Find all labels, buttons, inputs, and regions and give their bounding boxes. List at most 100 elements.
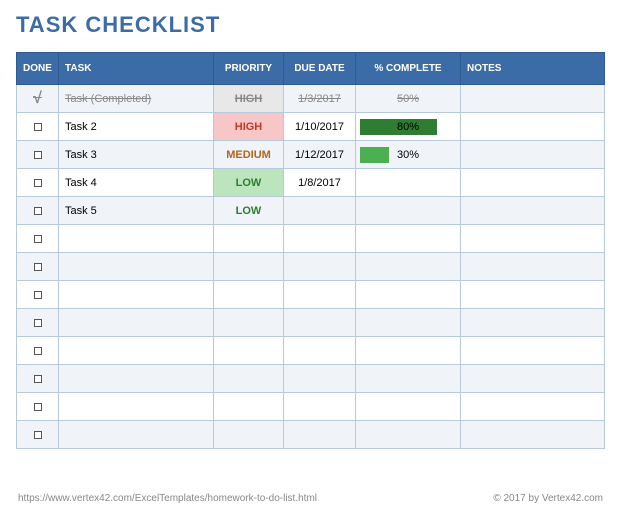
notes-cell[interactable]	[461, 85, 605, 113]
notes-cell[interactable]	[461, 113, 605, 141]
priority-cell[interactable]	[214, 337, 284, 365]
table-row: √Task (Completed)HIGH1/3/201750%	[17, 85, 605, 113]
done-cell[interactable]: √	[17, 85, 59, 113]
done-cell[interactable]	[17, 169, 59, 197]
task-cell[interactable]	[59, 309, 214, 337]
task-cell[interactable]	[59, 253, 214, 281]
task-cell[interactable]	[59, 393, 214, 421]
priority-cell[interactable]	[214, 421, 284, 449]
done-cell[interactable]	[17, 225, 59, 253]
table-row	[17, 281, 605, 309]
header-priority: PRIORITY	[214, 53, 284, 85]
done-cell[interactable]	[17, 253, 59, 281]
priority-cell[interactable]	[214, 393, 284, 421]
done-cell[interactable]	[17, 113, 59, 141]
notes-cell[interactable]	[461, 141, 605, 169]
done-cell[interactable]	[17, 141, 59, 169]
table-row: Task 5LOW	[17, 197, 605, 225]
done-cell[interactable]	[17, 281, 59, 309]
notes-cell[interactable]	[461, 421, 605, 449]
due-date-cell[interactable]: 1/10/2017	[284, 113, 356, 141]
task-cell[interactable]: Task (Completed)	[59, 85, 214, 113]
notes-cell[interactable]	[461, 225, 605, 253]
notes-cell[interactable]	[461, 253, 605, 281]
table-row	[17, 225, 605, 253]
priority-cell[interactable]: LOW	[214, 197, 284, 225]
priority-cell[interactable]	[214, 365, 284, 393]
checkbox-icon	[34, 347, 42, 355]
pct-complete-cell[interactable]	[356, 169, 461, 197]
priority-cell[interactable]: HIGH	[214, 113, 284, 141]
checkbox-icon	[34, 403, 42, 411]
table-header-row: DONE TASK PRIORITY DUE DATE % COMPLETE N…	[17, 53, 605, 85]
table-row: Task 3MEDIUM1/12/2017 30%	[17, 141, 605, 169]
progress-bar-label: 30%	[360, 149, 456, 161]
done-cell[interactable]	[17, 337, 59, 365]
task-cell[interactable]	[59, 421, 214, 449]
checkbox-icon	[34, 263, 42, 271]
notes-cell[interactable]	[461, 197, 605, 225]
due-date-cell[interactable]	[284, 281, 356, 309]
pct-complete-cell[interactable]	[356, 281, 461, 309]
task-cell[interactable]	[59, 337, 214, 365]
due-date-cell[interactable]	[284, 421, 356, 449]
task-cell[interactable]: Task 3	[59, 141, 214, 169]
task-cell[interactable]: Task 5	[59, 197, 214, 225]
notes-cell[interactable]	[461, 337, 605, 365]
pct-complete-cell[interactable]	[356, 393, 461, 421]
notes-cell[interactable]	[461, 281, 605, 309]
due-date-cell[interactable]	[284, 253, 356, 281]
priority-cell[interactable]: LOW	[214, 169, 284, 197]
priority-cell[interactable]	[214, 309, 284, 337]
due-date-cell[interactable]	[284, 337, 356, 365]
priority-cell[interactable]	[214, 281, 284, 309]
page-title: TASK CHECKLIST	[16, 12, 605, 38]
due-date-cell[interactable]: 1/12/2017	[284, 141, 356, 169]
progress-bar: 30%	[360, 146, 456, 164]
pct-complete-cell[interactable]: 50%	[356, 85, 461, 113]
pct-complete-cell[interactable]	[356, 337, 461, 365]
due-date-cell[interactable]	[284, 309, 356, 337]
priority-cell[interactable]	[214, 253, 284, 281]
task-cell[interactable]: Task 2	[59, 113, 214, 141]
checkbox-icon	[34, 235, 42, 243]
due-date-cell[interactable]	[284, 225, 356, 253]
priority-cell[interactable]	[214, 225, 284, 253]
task-cell[interactable]	[59, 365, 214, 393]
pct-complete-cell[interactable]: 80%	[356, 113, 461, 141]
pct-complete-cell[interactable]	[356, 197, 461, 225]
priority-cell[interactable]: MEDIUM	[214, 141, 284, 169]
pct-complete-cell[interactable]	[356, 253, 461, 281]
done-cell[interactable]	[17, 421, 59, 449]
notes-cell[interactable]	[461, 169, 605, 197]
checkbox-icon	[34, 207, 42, 215]
due-date-cell[interactable]	[284, 393, 356, 421]
done-cell[interactable]	[17, 393, 59, 421]
task-cell[interactable]	[59, 281, 214, 309]
header-pct: % COMPLETE	[356, 53, 461, 85]
due-date-cell[interactable]: 1/8/2017	[284, 169, 356, 197]
due-date-cell[interactable]: 1/3/2017	[284, 85, 356, 113]
checkbox-icon	[34, 319, 42, 327]
table-row	[17, 337, 605, 365]
pct-complete-cell[interactable]	[356, 225, 461, 253]
done-cell[interactable]	[17, 309, 59, 337]
done-cell[interactable]	[17, 365, 59, 393]
notes-cell[interactable]	[461, 393, 605, 421]
pct-complete-cell[interactable]	[356, 365, 461, 393]
due-date-cell[interactable]	[284, 365, 356, 393]
priority-cell[interactable]: HIGH	[214, 85, 284, 113]
pct-complete-cell[interactable]: 30%	[356, 141, 461, 169]
task-cell[interactable]	[59, 225, 214, 253]
pct-complete-cell[interactable]	[356, 421, 461, 449]
due-date-cell[interactable]	[284, 197, 356, 225]
progress-bar: 80%	[360, 118, 456, 136]
notes-cell[interactable]	[461, 365, 605, 393]
done-cell[interactable]	[17, 197, 59, 225]
table-row	[17, 393, 605, 421]
checkbox-icon	[34, 291, 42, 299]
table-row: Task 4LOW1/8/2017	[17, 169, 605, 197]
pct-complete-cell[interactable]	[356, 309, 461, 337]
task-cell[interactable]: Task 4	[59, 169, 214, 197]
notes-cell[interactable]	[461, 309, 605, 337]
